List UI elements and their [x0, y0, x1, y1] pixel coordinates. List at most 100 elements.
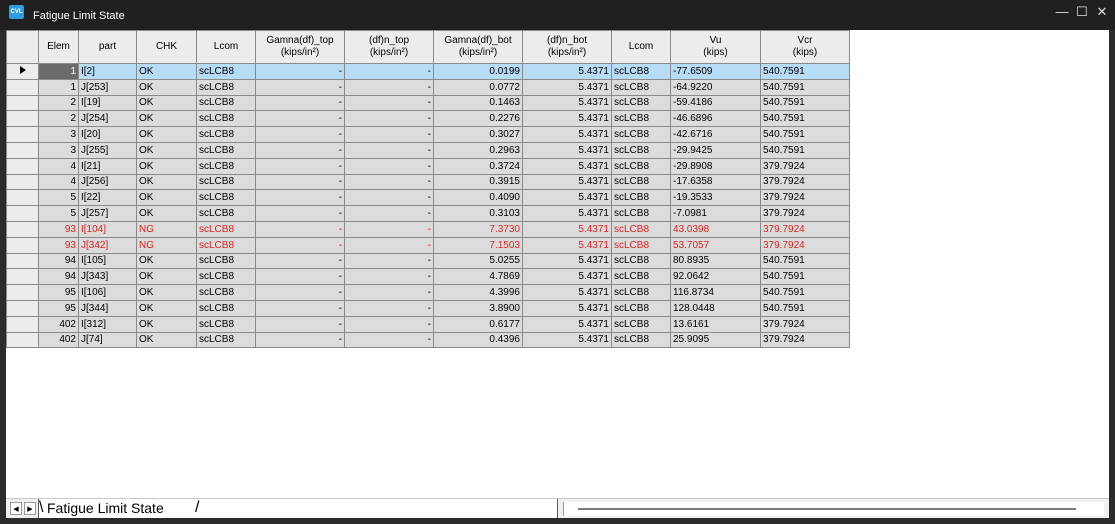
dfn-bot-cell[interactable]: 5.4371	[522, 189, 612, 207]
column-header[interactable]: Lcom	[611, 30, 671, 64]
lcom2-cell[interactable]: scLCB8	[611, 252, 671, 270]
lcom-cell[interactable]: scLCB8	[196, 284, 256, 301]
row-header[interactable]	[6, 78, 39, 96]
column-header[interactable]: Gamna(df)_bot (kips/in²)	[433, 30, 523, 64]
dfn-top-cell[interactable]: -	[344, 126, 434, 143]
part-cell[interactable]: J[74]	[78, 331, 137, 349]
gamma-bot-cell[interactable]: 3.8900	[433, 299, 523, 317]
table-row[interactable]: 1 I[2] OK scLCB8- -0.0199 5.4371 scLCB8 -77.650…	[6, 63, 850, 80]
lcom2-cell[interactable]: scLCB8	[611, 236, 671, 254]
part-cell[interactable]: I[19]	[78, 94, 137, 112]
dfn-top-cell[interactable]: -	[344, 94, 434, 112]
vu-cell[interactable]: 25.9095	[670, 331, 761, 349]
part-cell[interactable]: I[312]	[78, 315, 137, 333]
chk-cell[interactable]: OK	[136, 173, 197, 191]
row-header[interactable]	[6, 110, 39, 128]
lcom2-cell[interactable]: scLCB8	[611, 205, 671, 222]
row-header[interactable]	[6, 141, 39, 159]
maximize-button[interactable]: ☐	[1072, 4, 1092, 20]
part-cell[interactable]: J[253]	[78, 78, 137, 96]
gamma-top-cell[interactable]: -	[255, 220, 345, 238]
dfn-bot-cell[interactable]: 5.4371	[522, 126, 612, 143]
vu-cell[interactable]: -19.3533	[670, 189, 761, 207]
row-header[interactable]	[6, 94, 39, 112]
gamma-bot-cell[interactable]: 0.2963	[433, 141, 523, 159]
gamma-bot-cell[interactable]: 0.6177	[433, 315, 523, 333]
table-row[interactable]: 402 I[312] OK scLCB8- -0.6177 5.4371 scLCB8 13.…	[6, 315, 850, 333]
lcom-cell[interactable]: scLCB8	[196, 236, 256, 254]
vcr-cell[interactable]: 379.7924	[760, 205, 850, 222]
vu-cell[interactable]: -46.6896	[670, 110, 761, 128]
elem-cell[interactable]: 2	[38, 110, 79, 128]
dfn-top-cell[interactable]: -	[344, 78, 434, 96]
vu-cell[interactable]: 80.8935	[670, 252, 761, 270]
row-header[interactable]	[6, 220, 39, 238]
lcom-cell[interactable]: scLCB8	[196, 220, 256, 238]
chk-cell[interactable]: OK	[136, 63, 197, 80]
table-row[interactable]: 1 J[253] OK scLCB8- -0.0772 5.4371 scLCB8 -64.9…	[6, 78, 850, 96]
part-cell[interactable]: I[21]	[78, 157, 137, 175]
lcom-cell[interactable]: scLCB8	[196, 126, 256, 143]
gamma-top-cell[interactable]: -	[255, 299, 345, 317]
column-header[interactable]: (df)n_bot (kips/in²)	[522, 30, 612, 64]
dfn-top-cell[interactable]: -	[344, 284, 434, 301]
column-header[interactable]: Lcom	[196, 30, 256, 64]
part-cell[interactable]: I[20]	[78, 126, 137, 143]
table-row[interactable]: 4 J[256] OK scLCB8- -0.3915 5.4371 scLCB8 -17.6…	[6, 173, 850, 191]
dfn-top-cell[interactable]: -	[344, 157, 434, 175]
gamma-top-cell[interactable]: -	[255, 63, 345, 80]
column-header[interactable]: CHK	[136, 30, 197, 64]
chk-cell[interactable]: OK	[136, 189, 197, 207]
chk-cell[interactable]: NG	[136, 236, 197, 254]
dfn-top-cell[interactable]: -	[344, 331, 434, 349]
gamma-bot-cell[interactable]: 0.3103	[433, 205, 523, 222]
lcom-cell[interactable]: scLCB8	[196, 78, 256, 96]
lcom-cell[interactable]: scLCB8	[196, 315, 256, 333]
row-header[interactable]	[6, 126, 39, 143]
elem-cell[interactable]: 402	[38, 315, 79, 333]
lcom-cell[interactable]: scLCB8	[196, 299, 256, 317]
row-header[interactable]	[6, 315, 39, 333]
dfn-top-cell[interactable]: -	[344, 110, 434, 128]
table-row[interactable]: 402 J[74] OK scLCB8- -0.4396 5.4371 scLCB8 25.9…	[6, 331, 850, 349]
elem-cell[interactable]: 4	[38, 157, 79, 175]
gamma-bot-cell[interactable]: 0.1463	[433, 94, 523, 112]
vu-cell[interactable]: 92.0642	[670, 268, 761, 286]
column-header[interactable]: Gamna(df)_top (kips/in²)	[255, 30, 345, 64]
gamma-top-cell[interactable]: -	[255, 252, 345, 270]
gamma-bot-cell[interactable]: 4.7869	[433, 268, 523, 286]
gamma-top-cell[interactable]: -	[255, 141, 345, 159]
vu-cell[interactable]: -64.9220	[670, 78, 761, 96]
table-row[interactable]: 95 J[344] OK scLCB8- -3.8900 5.4371 scLCB8 128.…	[6, 299, 850, 317]
dfn-bot-cell[interactable]: 5.4371	[522, 236, 612, 254]
row-header[interactable]	[6, 63, 39, 80]
lcom-cell[interactable]: scLCB8	[196, 205, 256, 222]
dfn-bot-cell[interactable]: 5.4371	[522, 78, 612, 96]
row-header[interactable]	[6, 268, 39, 286]
lcom2-cell[interactable]: scLCB8	[611, 94, 671, 112]
dfn-top-cell[interactable]: -	[344, 189, 434, 207]
vu-cell[interactable]: -17.6358	[670, 173, 761, 191]
dfn-bot-cell[interactable]: 5.4371	[522, 173, 612, 191]
chk-cell[interactable]: OK	[136, 78, 197, 96]
part-cell[interactable]: J[344]	[78, 299, 137, 317]
gamma-top-cell[interactable]: -	[255, 110, 345, 128]
lcom2-cell[interactable]: scLCB8	[611, 63, 671, 80]
table-row[interactable]: 94 I[105] OK scLCB8- -5.0255 5.4371 scLCB8 80.8…	[6, 252, 850, 270]
corner-cell[interactable]	[6, 30, 39, 64]
dfn-bot-cell[interactable]: 5.4371	[522, 157, 612, 175]
elem-cell[interactable]: 95	[38, 284, 79, 301]
dfn-bot-cell[interactable]: 5.4371	[522, 110, 612, 128]
vu-cell[interactable]: -29.8908	[670, 157, 761, 175]
dfn-bot-cell[interactable]: 5.4371	[522, 141, 612, 159]
sheet-tab-fatigue-limit-state[interactable]: Fatigue Limit State	[47, 500, 164, 516]
dfn-bot-cell[interactable]: 5.4371	[522, 284, 612, 301]
gamma-bot-cell[interactable]: 7.3730	[433, 220, 523, 238]
lcom-cell[interactable]: scLCB8	[196, 173, 256, 191]
vcr-cell[interactable]: 379.7924	[760, 236, 850, 254]
vu-cell[interactable]: -7.0981	[670, 205, 761, 222]
row-header[interactable]	[6, 299, 39, 317]
chk-cell[interactable]: OK	[136, 315, 197, 333]
gamma-bot-cell[interactable]: 0.3027	[433, 126, 523, 143]
lcom-cell[interactable]: scLCB8	[196, 141, 256, 159]
